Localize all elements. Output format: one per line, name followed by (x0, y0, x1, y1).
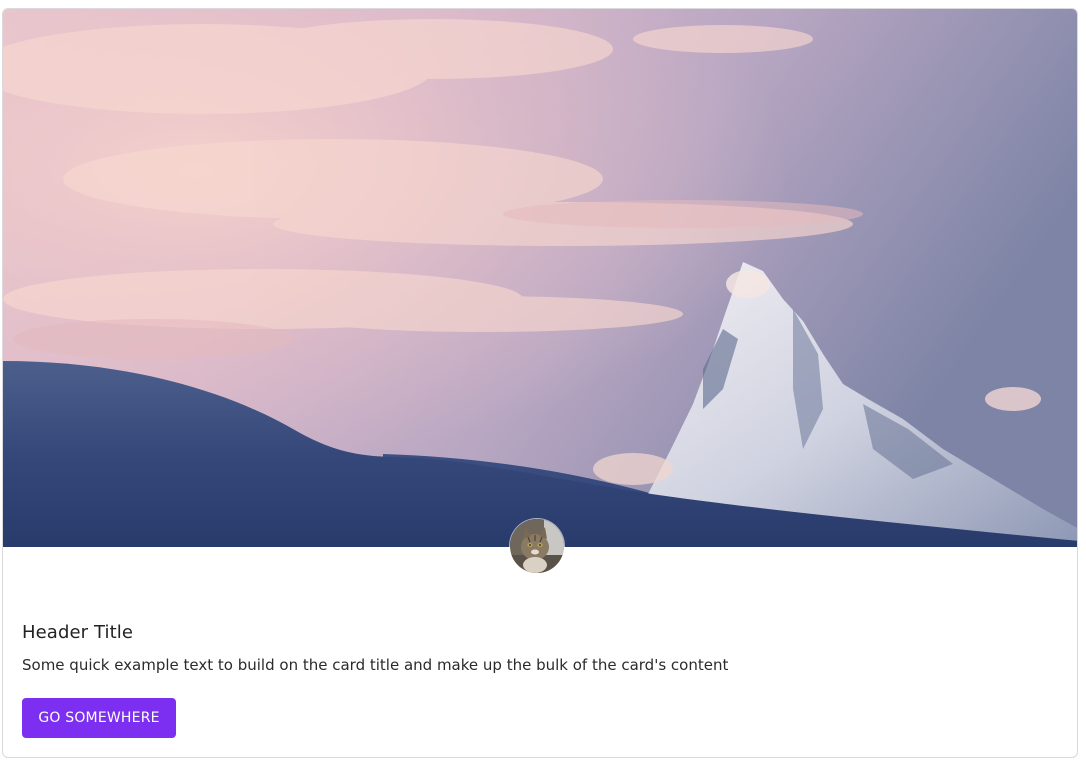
cat-photo-icon (510, 519, 564, 573)
card-body: Header Title Some quick example text to … (22, 621, 1058, 738)
go-somewhere-button[interactable]: GO SOMEWHERE (22, 698, 176, 738)
card-title: Header Title (22, 622, 134, 643)
avatar (510, 519, 564, 573)
card-text: Some quick example text to build on the … (22, 656, 729, 674)
card: Header Title Some quick example text to … (2, 8, 1078, 758)
card-header-image (3, 9, 1077, 547)
